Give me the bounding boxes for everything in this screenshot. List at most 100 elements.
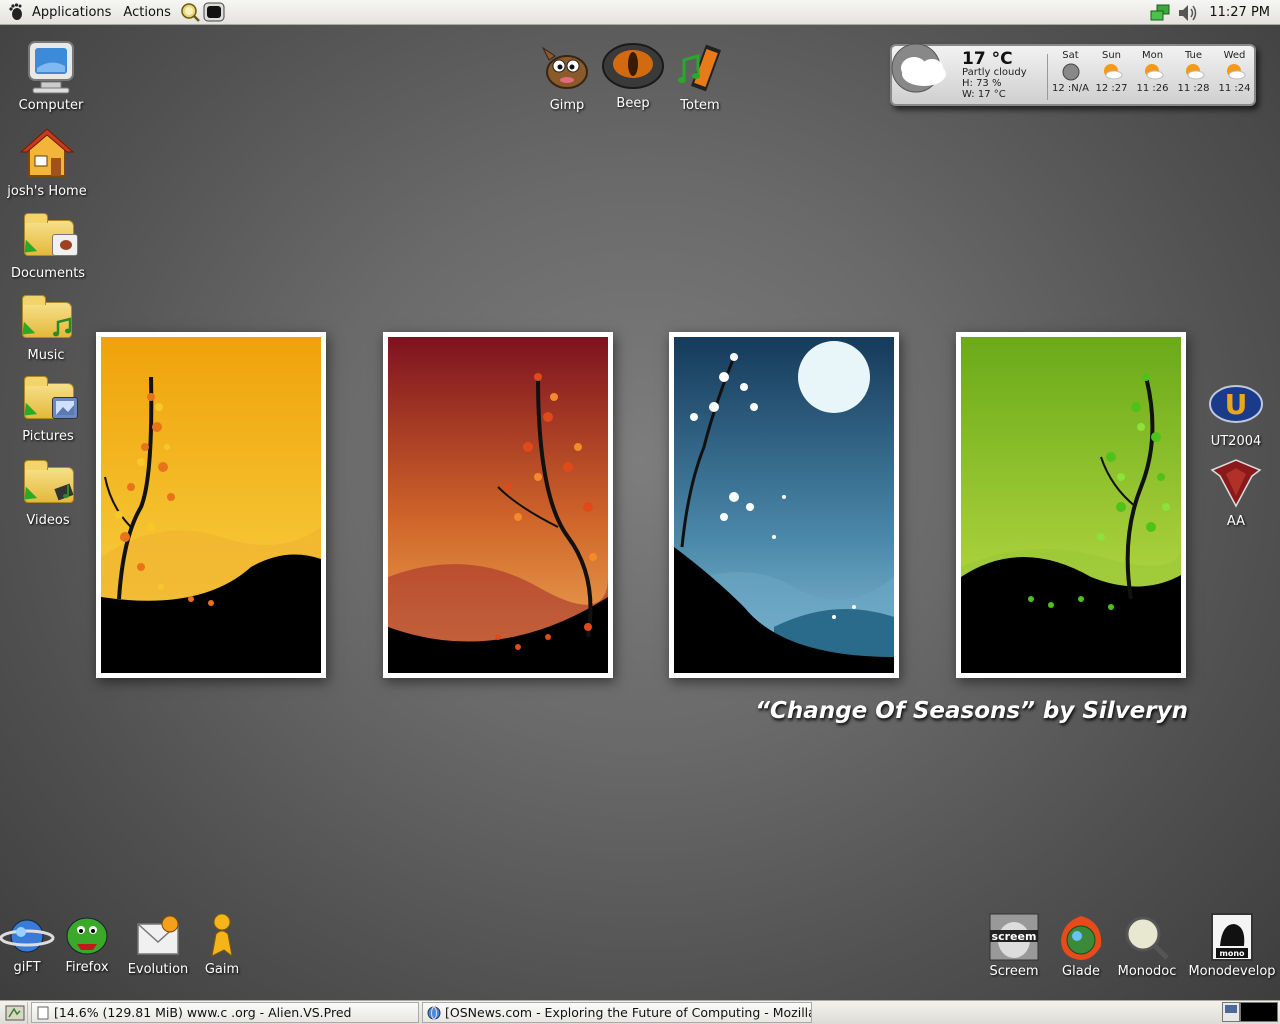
screem-label: Screem bbox=[989, 964, 1039, 979]
forecast-temp: 11 :26 bbox=[1136, 83, 1169, 94]
videos-label: Videos bbox=[26, 513, 70, 528]
computer-icon bbox=[23, 40, 79, 96]
monodoc-label: Monodoc bbox=[1117, 964, 1177, 979]
season-panel-autumn-yellow bbox=[96, 332, 326, 678]
monodevelop-icon: mono bbox=[1204, 912, 1260, 962]
music-folder-icon bbox=[16, 290, 74, 346]
current-temperature: 17 °C bbox=[962, 49, 1013, 69]
sun-cloud-icon bbox=[1183, 63, 1205, 81]
show-desktop-button[interactable] bbox=[2, 1001, 28, 1024]
aa-label: AA bbox=[1226, 514, 1246, 529]
videos-folder-icon bbox=[18, 455, 76, 511]
ut2004-label: UT2004 bbox=[1210, 434, 1262, 449]
forecast-day-name: Sun bbox=[1101, 50, 1122, 61]
gaim-desktop-icon[interactable]: Gaim bbox=[174, 910, 270, 977]
wallpaper-credit: “Change Of Seasons” by Silveryn bbox=[755, 698, 1188, 724]
forecast-temp: 12 :N/A bbox=[1052, 83, 1089, 94]
search-launcher-icon[interactable] bbox=[179, 2, 201, 22]
monodoc-desktop-icon[interactable]: Monodoc bbox=[1099, 912, 1195, 979]
weather-description: Partly cloudy bbox=[962, 67, 1027, 78]
taskbar-button-firefox[interactable]: [OSNews.com - Exploring the Future of Co… bbox=[422, 1002, 812, 1023]
totem-icon bbox=[672, 40, 728, 96]
svg-text:mono: mono bbox=[1219, 949, 1245, 958]
magnifier-icon bbox=[1119, 912, 1175, 962]
music-label: Music bbox=[27, 348, 65, 363]
forecast-day-name: Sat bbox=[1062, 50, 1079, 61]
videos-desktop-icon[interactable]: Videos bbox=[0, 455, 96, 528]
system-tray: 11:27 PM bbox=[1149, 0, 1280, 25]
gimp-label: Gimp bbox=[549, 98, 585, 113]
gnome-foot-icon[interactable] bbox=[6, 2, 26, 22]
forecast-temp: 11 :28 bbox=[1177, 83, 1210, 94]
documents-desktop-icon[interactable]: Documents bbox=[0, 208, 96, 281]
totem-desktop-icon[interactable]: Totem bbox=[652, 40, 748, 113]
home-label: josh's Home bbox=[7, 184, 87, 199]
forecast-day: Sun 12 :27 bbox=[1091, 50, 1132, 94]
workspace-1[interactable] bbox=[1222, 1002, 1240, 1022]
actions-menu[interactable]: Actions bbox=[117, 5, 177, 20]
forecast-day-name: Wed bbox=[1223, 50, 1246, 61]
partly-cloudy-icon bbox=[886, 40, 954, 102]
separator bbox=[1047, 54, 1048, 100]
ut2004-icon: U bbox=[1208, 376, 1264, 432]
glade-label: Glade bbox=[1062, 964, 1100, 979]
sun-cloud-icon bbox=[1224, 63, 1246, 81]
top-panel: Applications Actions 11:27 PM bbox=[0, 0, 1280, 25]
forecast-temp: 12 :27 bbox=[1095, 83, 1128, 94]
computer-desktop-icon[interactable]: Computer bbox=[3, 40, 99, 113]
aa-desktop-icon[interactable]: AA bbox=[1188, 456, 1280, 529]
applications-menu[interactable]: Applications bbox=[26, 5, 117, 20]
forecast: Sat 12 :N/A Sun 12 :27 Mon 11 :26 Tue 11… bbox=[1050, 50, 1255, 94]
weather-applet[interactable]: 17 °C Partly cloudy H: 73 % W: 17 °C Sat… bbox=[890, 43, 1256, 106]
forecast-day: Mon 11 :26 bbox=[1132, 50, 1173, 94]
gaim-icon bbox=[194, 910, 250, 960]
humidity: H: 73 % bbox=[962, 78, 1002, 89]
season-panel-winter bbox=[669, 332, 899, 678]
home-desktop-icon[interactable]: josh's Home bbox=[0, 126, 95, 199]
season-panel-spring bbox=[956, 332, 1186, 678]
workspace-2[interactable] bbox=[1240, 1002, 1278, 1022]
gift-label: giFT bbox=[13, 960, 41, 975]
workspace-switcher[interactable] bbox=[1222, 1002, 1278, 1022]
music-desktop-icon[interactable]: Music bbox=[0, 290, 94, 363]
documents-label: Documents bbox=[10, 266, 86, 281]
firefox-label: Firefox bbox=[65, 960, 109, 975]
documents-folder-icon bbox=[18, 208, 78, 264]
forecast-temp: 11 :24 bbox=[1218, 83, 1251, 94]
monodevelop-label: Monodevelop bbox=[1188, 964, 1276, 979]
globe-icon bbox=[427, 1006, 441, 1020]
pictures-label: Pictures bbox=[22, 429, 74, 444]
computer-label: Computer bbox=[18, 98, 84, 113]
pictures-folder-icon bbox=[18, 371, 78, 427]
terminal-launcher-icon[interactable] bbox=[203, 2, 225, 22]
document-icon bbox=[36, 1006, 50, 1020]
ut2004-desktop-icon[interactable]: U UT2004 bbox=[1188, 376, 1280, 449]
forecast-day: Tue 11 :28 bbox=[1173, 50, 1214, 94]
pictures-desktop-icon[interactable]: Pictures bbox=[0, 371, 96, 444]
america-army-icon bbox=[1208, 456, 1264, 512]
forecast-day: Wed 11 :24 bbox=[1214, 50, 1255, 94]
forecast-day: Sat 12 :N/A bbox=[1050, 50, 1091, 94]
forecast-day-name: Mon bbox=[1141, 50, 1164, 61]
svg-text:U: U bbox=[1225, 388, 1248, 421]
network-icon[interactable] bbox=[1149, 3, 1171, 23]
totem-label: Totem bbox=[680, 98, 720, 113]
moon-icon bbox=[1060, 63, 1082, 81]
clock[interactable]: 11:27 PM bbox=[1209, 5, 1270, 20]
task-label: [14.6% (129.81 MiB) www.c .org - Alien.V… bbox=[54, 1005, 352, 1020]
beep-label: Beep bbox=[616, 96, 650, 111]
volume-icon[interactable] bbox=[1177, 3, 1201, 23]
taskbar-button-download[interactable]: [14.6% (129.81 MiB) www.c .org - Alien.V… bbox=[31, 1002, 419, 1023]
sun-cloud-icon bbox=[1142, 63, 1164, 81]
task-label: [OSNews.com - Exploring the Future of Co… bbox=[445, 1005, 812, 1020]
svg-text:screem: screem bbox=[992, 930, 1037, 943]
forecast-day-name: Tue bbox=[1184, 50, 1203, 61]
season-panel-autumn-red bbox=[383, 332, 613, 678]
gaim-label: Gaim bbox=[204, 962, 240, 977]
home-icon bbox=[19, 126, 75, 182]
sun-cloud-icon bbox=[1101, 63, 1123, 81]
bottom-panel: [14.6% (129.81 MiB) www.c .org - Alien.V… bbox=[0, 1000, 1280, 1024]
wind: W: 17 °C bbox=[962, 89, 1006, 100]
monodevelop-desktop-icon[interactable]: mono Monodevelop bbox=[1184, 912, 1280, 979]
firefox-icon bbox=[59, 910, 115, 958]
